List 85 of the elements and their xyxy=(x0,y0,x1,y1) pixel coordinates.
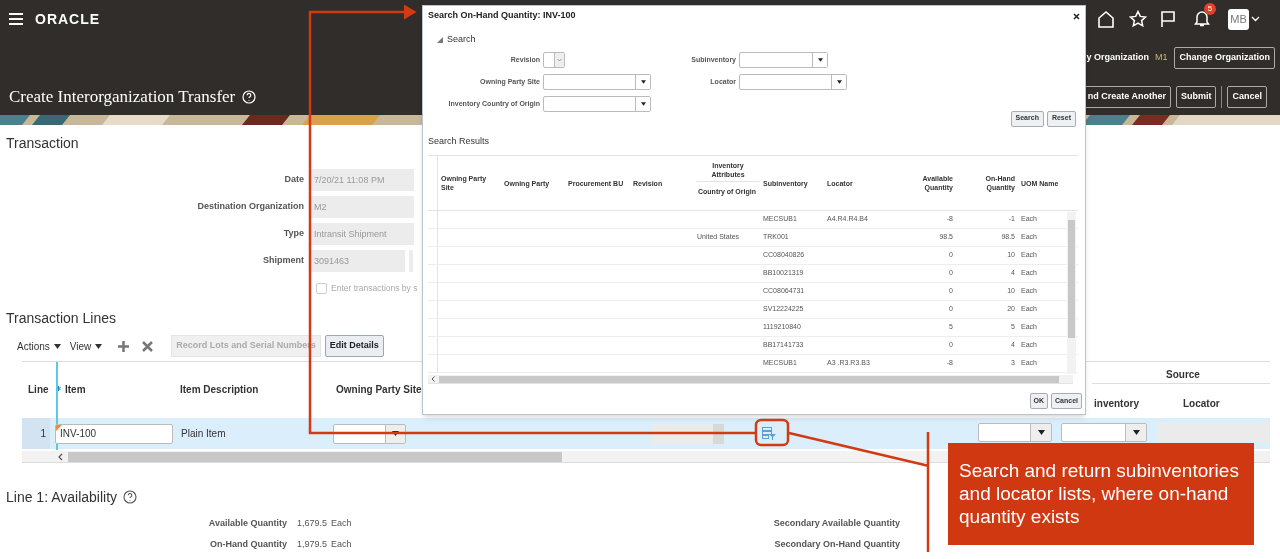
dialog-title: Search On-Hand Quantity: INV-100 xyxy=(428,9,576,23)
column-header: inventory xyxy=(1094,397,1139,411)
scrollbar-thumb[interactable] xyxy=(439,375,1059,383)
scrollbar-thumb[interactable] xyxy=(68,451,562,462)
scroll-left-icon[interactable] xyxy=(431,376,435,382)
dropdown-field[interactable] xyxy=(543,96,651,112)
caret-down-icon xyxy=(1037,430,1045,435)
table-cell-text: Plain Item xyxy=(181,427,227,441)
list-filter-icon[interactable] xyxy=(762,427,776,440)
checkbox-label: Enter transactions by s xyxy=(331,281,418,295)
menu-button[interactable]: Actions xyxy=(17,338,61,354)
edit-details-button[interactable]: Edit Details xyxy=(324,335,384,357)
oracle-logo[interactable]: ORACLE xyxy=(35,8,101,30)
table-row[interactable]: 1 INV-100 Plain Item xyxy=(22,418,1270,449)
caret-down-icon xyxy=(53,343,61,349)
help-icon[interactable] xyxy=(123,490,138,504)
user-avatar: MB xyxy=(1228,8,1249,30)
uom-value: Each xyxy=(331,517,353,531)
section-heading: Search Results xyxy=(428,134,490,148)
add-icon[interactable] xyxy=(118,340,130,352)
caret-down-icon xyxy=(836,80,842,84)
chevron-down-icon xyxy=(557,58,562,62)
search-disclosure[interactable]: Search xyxy=(437,33,476,47)
field-label: Destination Organization xyxy=(196,200,305,214)
field-label: Available Quantity xyxy=(207,517,287,531)
caret-down-icon xyxy=(95,343,103,349)
section-heading: Line 1: Availability xyxy=(6,487,118,507)
field-label: On-Hand Quantity xyxy=(209,538,287,552)
quantity-value: 1,679.5 xyxy=(297,517,328,531)
column-group-header: Source xyxy=(1166,368,1200,382)
flag-icon[interactable] xyxy=(1160,10,1176,28)
read-only-field: 7/20/21 11:08 PM xyxy=(310,169,414,191)
caret-down-icon xyxy=(640,102,646,106)
user-menu[interactable]: MB xyxy=(1228,8,1260,30)
vertical-scrollbar[interactable] xyxy=(1067,212,1076,374)
bell-icon[interactable] xyxy=(1194,9,1210,27)
cancel-button[interactable]: Cancel xyxy=(1227,85,1267,108)
caret-down-icon xyxy=(1132,430,1140,435)
callout-box: Search and return subinventories and locator lists, where on-hand quantity exists xyxy=(948,443,1254,545)
dropdown-field[interactable] xyxy=(543,52,565,68)
highlight-ring xyxy=(754,418,790,447)
caret-down-icon xyxy=(640,80,646,84)
field-label: Secondary On-Hand Quantity xyxy=(773,538,901,552)
field-label: Shipment xyxy=(262,254,305,268)
column-header: Item Description xyxy=(180,384,259,396)
notification-badge: 5 xyxy=(1204,3,1216,15)
scroll-left-icon[interactable] xyxy=(57,452,63,461)
star-icon[interactable] xyxy=(1129,10,1147,28)
caret-down-icon xyxy=(392,431,399,436)
chevron-down-icon xyxy=(1251,16,1260,22)
home-icon[interactable] xyxy=(1097,10,1115,28)
quantity-value: 1,979.5 xyxy=(297,538,328,552)
column-header: Line xyxy=(28,384,49,396)
section-heading: Transaction xyxy=(6,134,79,153)
column-header: Owning Party Site xyxy=(336,384,422,396)
dropdown-field[interactable] xyxy=(739,52,828,68)
item-field[interactable]: INV-100 xyxy=(55,423,173,444)
checkbox[interactable] xyxy=(316,282,327,294)
uom-value: Each xyxy=(331,538,353,552)
caret-down-icon xyxy=(817,58,823,62)
read-only-field: 3091463 xyxy=(310,250,405,272)
read-only-field: Intransit Shipment xyxy=(310,223,414,245)
field-label: Date xyxy=(283,173,305,187)
column-header: Locator xyxy=(1183,397,1220,411)
dropdown-field[interactable] xyxy=(543,74,651,90)
read-only-field xyxy=(652,423,724,444)
field-label: Secondary Available Quantity xyxy=(772,517,901,531)
dropdown-field[interactable] xyxy=(333,423,406,444)
menu-button[interactable]: View xyxy=(69,338,103,354)
section-heading: Transaction Lines xyxy=(6,309,116,328)
organization-value: M1 xyxy=(1154,51,1168,65)
row-number: 1 xyxy=(22,418,50,449)
submit-button[interactable]: Submit xyxy=(1176,85,1217,108)
dropdown-field[interactable] xyxy=(739,74,847,90)
delete-icon[interactable] xyxy=(142,340,154,352)
change-organization-button[interactable]: Change Organization xyxy=(1174,47,1275,69)
dropdown-field[interactable] xyxy=(1061,423,1147,442)
dropdown-field[interactable] xyxy=(978,423,1052,442)
organization-label: y Organization xyxy=(1086,51,1149,65)
close-icon[interactable] xyxy=(1073,12,1080,20)
menu-icon[interactable] xyxy=(9,13,23,25)
page-title: Create Interorganization Transfer xyxy=(9,85,236,108)
read-only-field: M2 xyxy=(310,196,414,218)
column-header: Item xyxy=(65,384,86,396)
field-label: Type xyxy=(282,227,305,241)
